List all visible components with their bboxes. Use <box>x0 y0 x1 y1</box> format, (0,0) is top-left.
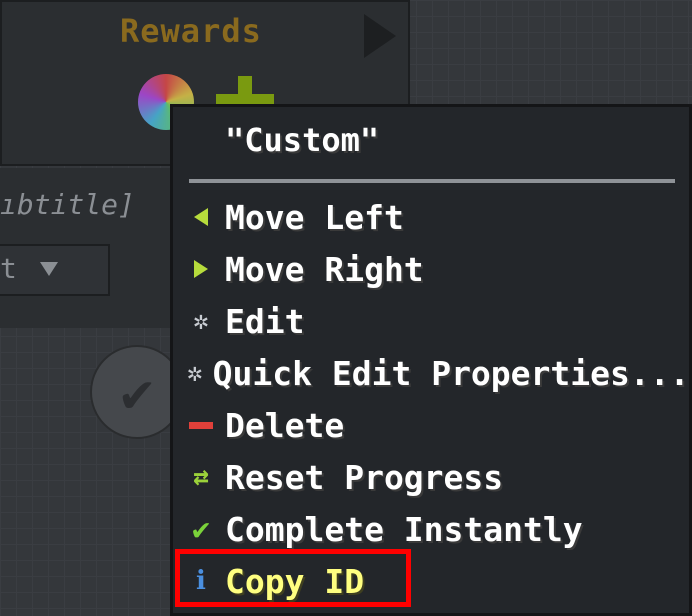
check-icon: ✔ <box>191 511 211 547</box>
arrow-right-icon <box>187 255 215 283</box>
menu-item-reset-progress[interactable]: ⇄ Reset Progress <box>187 453 683 501</box>
menu-item-label: Delete <box>225 405 345 445</box>
menu-item-label: Reset Progress <box>225 457 504 497</box>
menu-item-move-left[interactable]: Move Left <box>187 193 683 241</box>
subtitle-label: ıbtitle] <box>0 188 135 221</box>
next-arrow-icon[interactable] <box>364 14 396 58</box>
menu-item-move-right[interactable]: Move Right <box>187 245 683 293</box>
menu-item-copy-id[interactable]: i Copy ID <box>187 557 683 605</box>
filter-icon <box>40 262 58 276</box>
menu-item-quick-edit-properties[interactable]: ✲ Quick Edit Properties... <box>187 349 689 397</box>
filter-dropdown-label: t <box>0 252 17 285</box>
rewards-title: Rewards <box>120 12 262 50</box>
menu-separator <box>189 179 675 183</box>
menu-item-label: Quick Edit Properties... <box>212 353 690 393</box>
menu-item-edit[interactable]: ✲ Edit <box>187 297 683 345</box>
checkmark-icon: ✔ <box>120 360 154 424</box>
info-icon: i <box>196 566 206 596</box>
menu-item-label: Move Left <box>225 197 404 237</box>
quest-screen: Rewards ıbtitle] t ✔ "Custom" Move Left … <box>0 0 692 616</box>
context-menu: "Custom" Move Left Move Right ✲ Edit ✲ Q… <box>170 104 692 616</box>
minus-icon <box>187 411 215 439</box>
context-menu-title: "Custom" <box>225 121 380 159</box>
menu-item-label: Edit <box>225 301 305 341</box>
menu-item-label: Move Right <box>225 249 424 289</box>
menu-item-delete[interactable]: Delete <box>187 401 683 449</box>
menu-item-label: Complete Instantly <box>225 509 583 549</box>
menu-item-complete-instantly[interactable]: ✔ Complete Instantly <box>187 505 683 553</box>
reset-icon: ⇄ <box>193 462 209 492</box>
menu-item-label: Copy ID <box>225 561 365 601</box>
gear-icon: ✲ <box>193 306 209 336</box>
arrow-left-icon <box>187 203 215 231</box>
gear-icon: ✲ <box>187 358 203 388</box>
